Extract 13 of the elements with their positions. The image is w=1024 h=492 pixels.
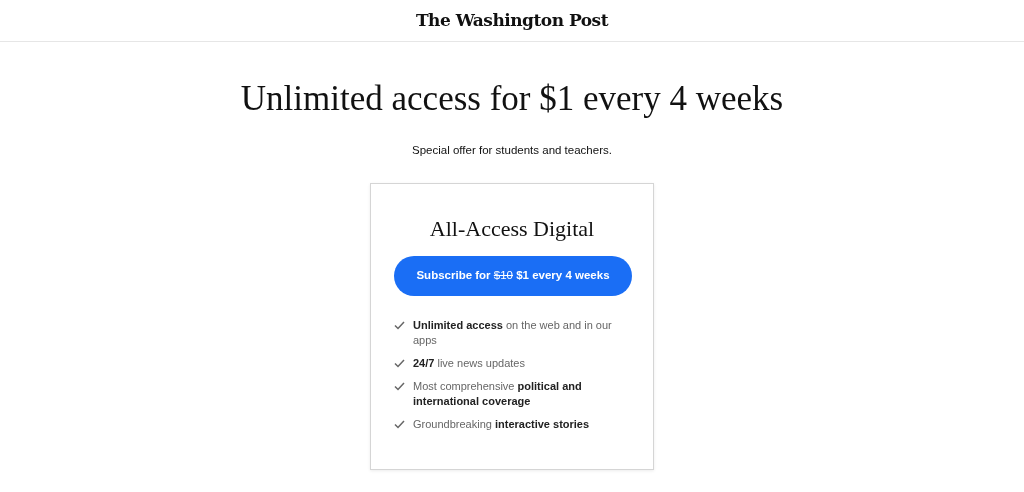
feature-text: Most comprehensive political and international coverage bbox=[413, 378, 583, 409]
plan-title: All-Access Digital bbox=[428, 216, 596, 243]
check-icon bbox=[394, 381, 405, 391]
feature-text: 24/7 live news updates bbox=[413, 355, 525, 371]
check-icon bbox=[394, 320, 405, 330]
headline: Unlimited access for $1 every 4 weeks bbox=[240, 78, 784, 120]
check-icon bbox=[394, 358, 405, 368]
subtitle: Special offer for students and teachers. bbox=[412, 143, 612, 158]
logo[interactable]: The Washington Post bbox=[415, 7, 609, 34]
check-icon bbox=[394, 419, 405, 429]
feature-text: Unlimited access on the web and in our apps bbox=[413, 317, 613, 348]
feature-text: Groundbreaking interactive stories bbox=[413, 416, 590, 432]
subscribe-button[interactable]: Subscribe for $10 $1 every 4 weeks bbox=[394, 255, 632, 296]
